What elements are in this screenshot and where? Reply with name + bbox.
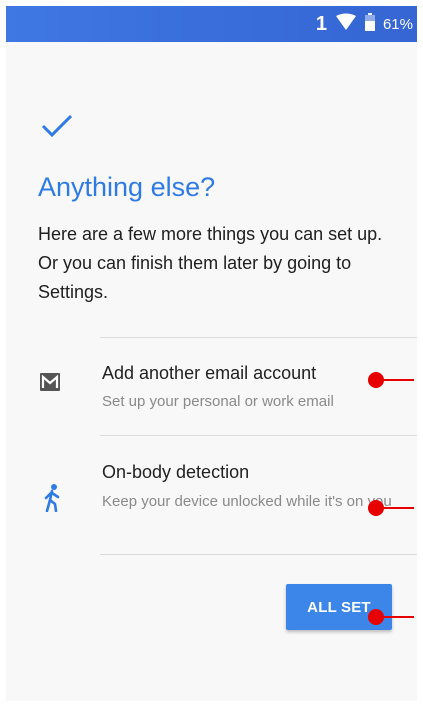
- option-email-subtitle: Set up your personal or work email: [102, 393, 334, 410]
- battery-icon: [364, 12, 375, 36]
- option-email-title: Add another email account: [102, 363, 317, 383]
- wifi-icon: [335, 13, 357, 36]
- red-marker: [368, 372, 414, 388]
- status-bar: 1 61%: [6, 6, 417, 42]
- status-icons: 1 61%: [316, 6, 413, 42]
- option-on-body-subtitle: Keep your device unlocked while it's on …: [102, 493, 392, 510]
- red-marker-line: [382, 379, 414, 381]
- email-icon: [40, 373, 60, 396]
- setup-screen: 1 61% Anything else? Here are a few more…: [6, 6, 417, 701]
- red-marker-line: [382, 616, 414, 618]
- red-marker: [368, 500, 414, 516]
- red-marker: [368, 609, 414, 625]
- page-title: Anything else?: [38, 172, 216, 202]
- page-description: Here are a few more things you can set u…: [38, 224, 383, 302]
- red-marker-line: [382, 507, 414, 509]
- battery-percent: 61%: [382, 15, 413, 33]
- divider: [100, 554, 417, 555]
- walking-person-icon: [44, 484, 62, 517]
- divider: [100, 337, 417, 338]
- divider: [100, 435, 417, 436]
- signal-number: 1: [315, 12, 327, 35]
- check-icon: [40, 108, 74, 142]
- option-on-body-title: On-body detection: [102, 462, 250, 482]
